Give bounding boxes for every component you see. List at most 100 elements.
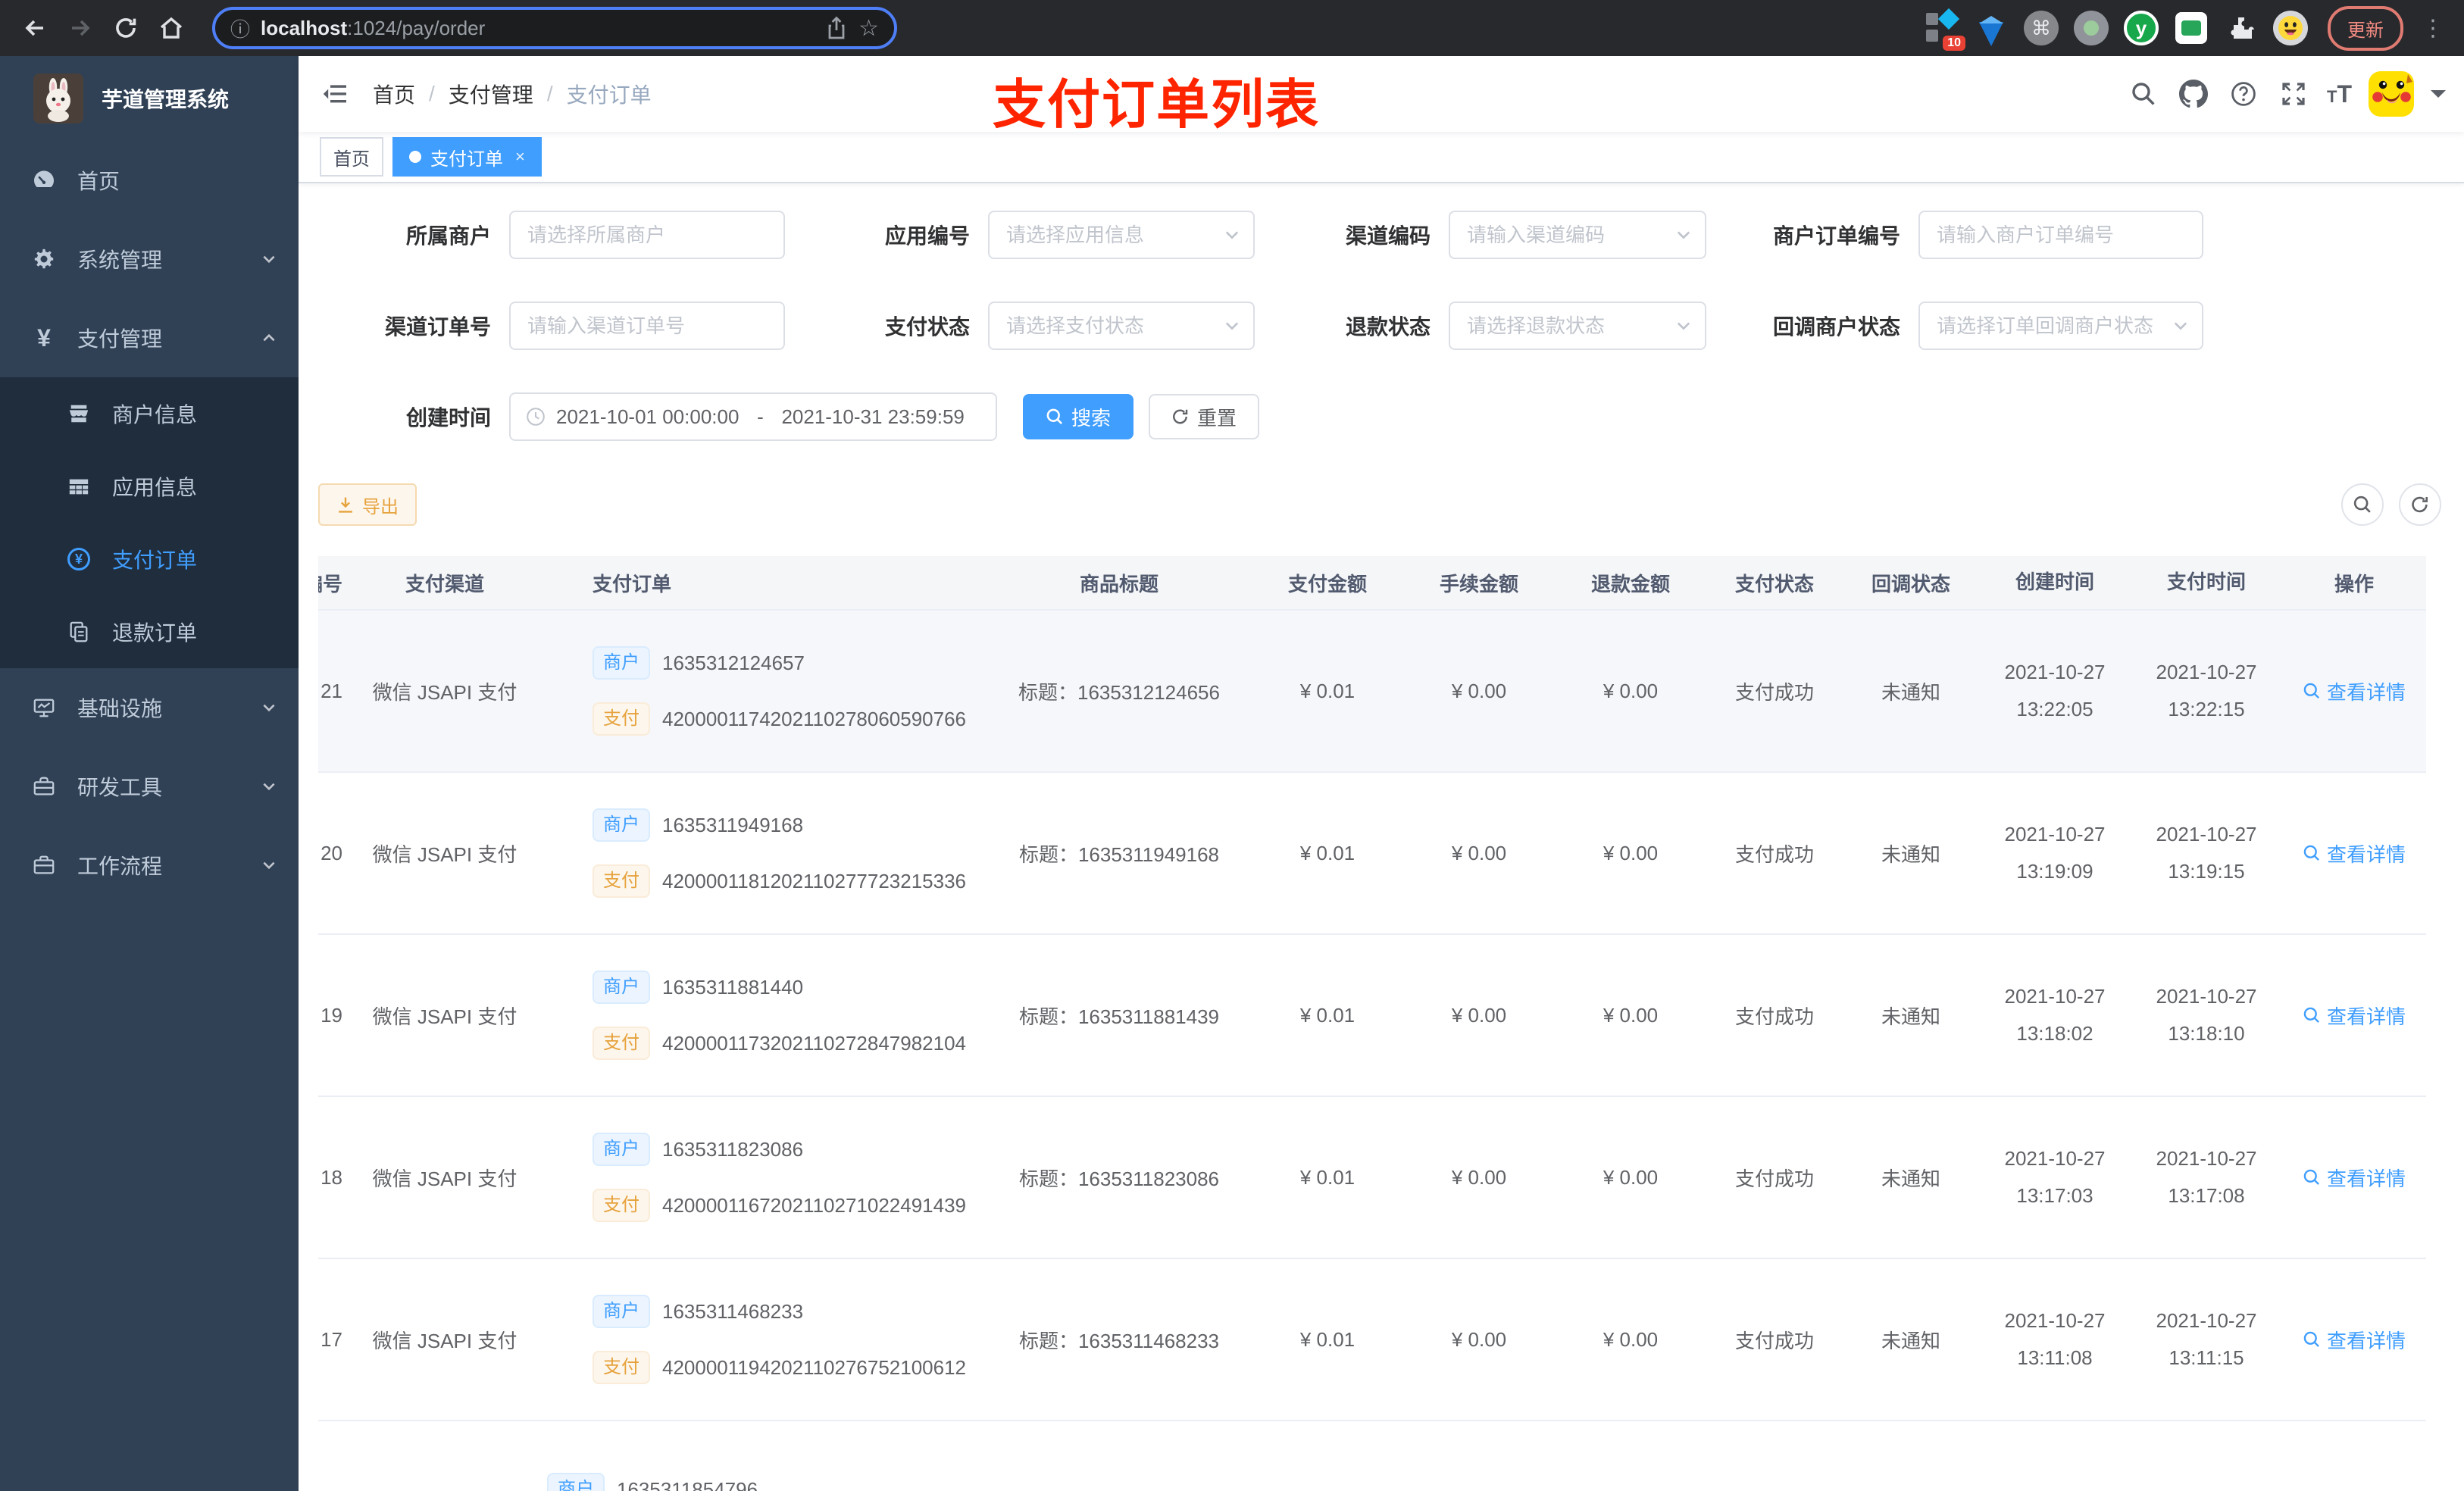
url-host: localhost <box>261 16 348 39</box>
channel-code-input[interactable] <box>1467 223 1665 247</box>
merchant-order-input-box[interactable] <box>1918 211 2203 259</box>
avatar[interactable] <box>2369 71 2414 117</box>
filter-label: 渠道编码 <box>1345 224 1431 248</box>
cell-paid: 2021-10-27 13:18:10 <box>2156 984 2257 1045</box>
filter-pay-status: 支付状态 <box>785 302 1255 350</box>
sidebar-item-home[interactable]: 首页 <box>0 141 299 220</box>
cell-refund: ¥ 0.00 <box>1603 1327 1659 1351</box>
address-bar[interactable]: ⓘ i localhost:1024/pay/order ☆ <box>212 7 897 49</box>
cell-channel: 微信 JSAPI 支付 <box>372 842 518 866</box>
tag-pay-order[interactable]: 支付订单 × <box>392 137 542 177</box>
sidebar-item-refund-order[interactable]: 退款订单 <box>0 595 299 668</box>
sidebar-item-infrastructure[interactable]: 基础设施 <box>0 668 299 747</box>
pay-status-select[interactable] <box>988 302 1255 350</box>
help-icon[interactable] <box>2227 77 2260 111</box>
browser-reload-icon[interactable] <box>106 8 145 48</box>
notify-status-select[interactable] <box>1918 302 2203 350</box>
url-path: :1024/pay/order <box>347 16 486 39</box>
view-detail-link[interactable]: 查看详情 <box>2303 839 2406 867</box>
view-detail-link[interactable]: 查看详情 <box>2303 677 2406 705</box>
chevron-down-icon <box>261 251 277 267</box>
channel-order-input-box[interactable] <box>509 302 785 350</box>
sidebar-item-workflow[interactable]: 工作流程 <box>0 826 299 905</box>
tag-close-icon[interactable]: × <box>515 147 525 167</box>
merchant-order-input[interactable] <box>1937 223 2190 247</box>
extension-dot-icon[interactable] <box>2073 10 2109 46</box>
update-button[interactable]: 更新 <box>2328 5 2403 51</box>
sidebar-item-app-info[interactable]: 应用信息 <box>0 450 299 523</box>
reset-button[interactable]: 重置 <box>1149 394 1260 439</box>
tag-home[interactable]: 首页 <box>320 137 383 177</box>
view-detail-link[interactable]: 查看详情 <box>2303 1326 2406 1354</box>
refund-status-input[interactable] <box>1467 314 1665 338</box>
show-search-toggle-button[interactable] <box>2341 483 2384 526</box>
extension-y-icon[interactable]: y <box>2123 10 2159 46</box>
breadcrumb-section[interactable]: 支付管理 <box>449 79 533 109</box>
view-detail-link[interactable]: 查看详情 <box>2303 1164 2406 1192</box>
cell-amount: ¥ 0.01 <box>1299 1003 1356 1027</box>
refresh-button[interactable] <box>2399 483 2441 526</box>
extension-chat-icon[interactable] <box>2173 10 2209 46</box>
sidebar-toggle-icon[interactable] <box>321 80 349 108</box>
github-icon[interactable] <box>2177 77 2210 111</box>
sidebar-item-label: 应用信息 <box>112 476 198 499</box>
screenshot-root: ⓘ i localhost:1024/pay/order ☆ 10 ⌘ y 更新… <box>0 0 2464 1491</box>
browser-home-icon[interactable] <box>152 8 191 48</box>
header-fee: 手续金额 <box>1439 572 1518 595</box>
app-select[interactable] <box>988 211 1255 259</box>
header-created: 创建时间 <box>2015 570 2094 594</box>
browser-back-icon[interactable] <box>15 8 55 48</box>
notify-status-input[interactable] <box>1937 314 2162 338</box>
search-button[interactable]: 搜索 <box>1023 394 1134 439</box>
browser-menu-icon[interactable]: ⋮ <box>2417 15 2449 42</box>
extension-command-icon[interactable]: ⌘ <box>2023 10 2059 46</box>
cell-pay-order: 商户 1635311949168 支付 4200001181202110277723… <box>547 773 987 933</box>
cell-created: 2021-10-27 13:18:02 <box>2004 984 2106 1045</box>
yen-circle-icon: ¥ <box>67 547 91 571</box>
sidebar-item-merchant-info[interactable]: 商户信息 <box>0 377 299 450</box>
cell-amount: ¥ 0.01 <box>1299 679 1356 702</box>
search-icon[interactable] <box>2127 77 2160 111</box>
avatar-caret-icon[interactable] <box>2431 90 2446 105</box>
extension-grid-icon[interactable]: 10 <box>1923 8 1965 51</box>
merchant-select-input[interactable] <box>527 223 771 247</box>
site-info-icon[interactable]: ⓘ <box>230 14 250 42</box>
url-text: localhost:1024/pay/order <box>261 17 815 40</box>
fullscreen-icon[interactable] <box>2277 77 2310 111</box>
extension-puzzle-icon[interactable] <box>2223 10 2259 46</box>
sidebar-item-payment[interactable]: ¥ 支付管理 <box>0 299 299 377</box>
chevron-down-icon <box>261 857 277 874</box>
breadcrumb-home[interactable]: 首页 <box>373 79 415 109</box>
channel-code-select[interactable] <box>1449 211 1706 259</box>
cell-id: 20 <box>321 841 342 864</box>
header-actions: 操作 <box>2334 572 2374 595</box>
bookmark-star-icon[interactable]: ☆ <box>858 15 879 42</box>
extension-emoji-icon[interactable] <box>2273 11 2308 45</box>
pay-order-no: 4200001167202110271022491439 <box>662 1193 967 1217</box>
merchant-badge: 商户 <box>593 1133 650 1166</box>
view-detail-link[interactable]: 查看详情 <box>2303 1002 2406 1030</box>
refund-status-select[interactable] <box>1449 302 1706 350</box>
sidebar-logo[interactable]: 芋道管理系统 <box>0 56 299 141</box>
merchant-select[interactable] <box>509 211 785 259</box>
app-select-input[interactable] <box>1006 223 1214 247</box>
font-size-icon[interactable]: TT <box>2327 80 2352 108</box>
toolbox-icon <box>32 774 56 799</box>
export-button[interactable]: 导出 <box>318 483 417 526</box>
chevron-down-icon <box>1674 226 1693 244</box>
share-icon[interactable] <box>825 16 848 40</box>
merchant-badge: 商户 <box>593 646 650 680</box>
date-range-picker[interactable]: 2021-10-01 00:00:00 - 2021-10-31 23:59:5… <box>509 392 997 441</box>
pay-order-no: 4200001194202110276752100612 <box>662 1355 967 1379</box>
extension-gem-icon[interactable] <box>1973 10 2009 46</box>
sidebar-item-pay-order[interactable]: ¥ 支付订单 <box>0 523 299 595</box>
cell-notify-status: 未通知 <box>1881 1167 1940 1190</box>
browser-forward-icon[interactable] <box>61 8 100 48</box>
sidebar-item-dev-tools[interactable]: 研发工具 <box>0 747 299 826</box>
pay-status-input[interactable] <box>1006 314 1214 338</box>
app-title: 芋道管理系统 <box>102 88 230 111</box>
sidebar-item-system[interactable]: 系统管理 <box>0 220 299 299</box>
sidebar-item-label: 首页 <box>77 170 120 193</box>
filter-channel-order-no: 渠道订单号 <box>318 302 785 350</box>
channel-order-input[interactable] <box>527 314 771 338</box>
